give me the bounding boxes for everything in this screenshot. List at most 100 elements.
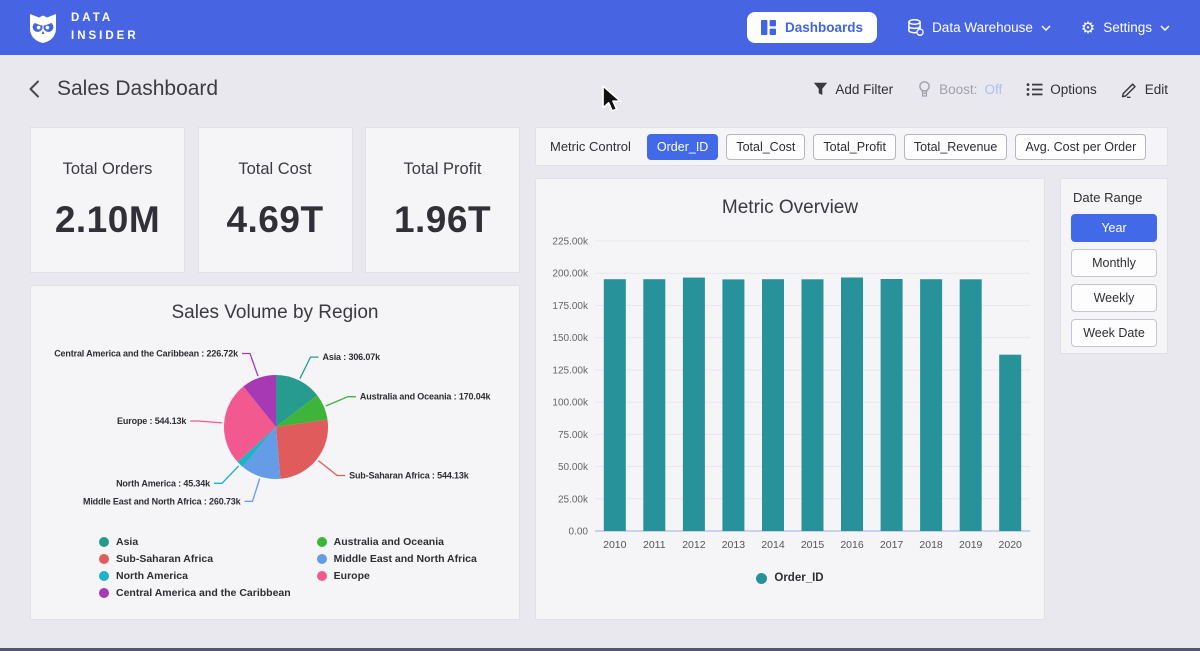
bar-2011[interactable] <box>643 279 665 531</box>
pie-chart-card: Sales Volume by Region Asia : 306.07kAus… <box>30 285 520 620</box>
chevron-down-icon <box>1041 25 1051 31</box>
boost-balloon-icon <box>917 81 932 97</box>
pie-slice-sub-saharan-africa[interactable] <box>276 420 328 479</box>
pie-callout-europe: Europe : 544.13k <box>117 416 187 426</box>
bar-2017[interactable] <box>881 279 903 531</box>
pie-callout-line <box>300 357 319 379</box>
y-tick-label: 125.00k <box>552 365 589 376</box>
x-category-label: 2020 <box>999 539 1023 551</box>
pie-callout-line <box>326 397 356 406</box>
x-category-label: 2019 <box>959 539 983 551</box>
y-tick-label: 75.00k <box>558 430 589 441</box>
y-tick-label: 0.00 <box>569 527 589 538</box>
bar-2018[interactable] <box>920 279 942 531</box>
owl-logo-icon <box>26 12 60 44</box>
legend-label: Central America and the Caribbean <box>116 587 291 599</box>
pie-legend: Asia Sub-Saharan Africa North America Centr… <box>99 536 519 599</box>
x-category-label: 2015 <box>801 539 825 551</box>
bar-2019[interactable] <box>960 279 982 531</box>
add-filter-button[interactable]: Add Filter <box>813 82 893 97</box>
metric-chip-total-profit[interactable]: Total_Profit <box>813 134 896 160</box>
filter-funnel-icon <box>813 82 828 96</box>
boost-toggle[interactable]: Boost: Off <box>917 81 1002 97</box>
kpi-card-total-profit: Total Profit1.96T <box>365 127 520 273</box>
pie-callout-line <box>190 421 222 423</box>
pie-legend-item-central-america-and-the-caribbean[interactable]: Central America and the Caribbean <box>99 587 291 599</box>
date-range-year[interactable]: Year <box>1071 214 1157 242</box>
metric-chip-avg-cost-per-order[interactable]: Avg. Cost per Order <box>1015 134 1146 160</box>
nav-dashboards-button[interactable]: Dashboards <box>747 12 877 43</box>
legend-dot-icon <box>317 571 327 581</box>
bar-2015[interactable] <box>802 279 824 531</box>
brand-logo[interactable]: DATA INSIDER <box>26 10 139 45</box>
pie-callout-line <box>214 466 239 483</box>
bar-legend-item-order-id[interactable]: Order_ID <box>756 572 823 584</box>
bar-2010[interactable] <box>604 279 626 531</box>
bar-2014[interactable] <box>762 279 784 531</box>
legend-label: North America <box>116 570 188 582</box>
pie-callout-line <box>245 479 260 502</box>
bar-2016[interactable] <box>841 278 863 532</box>
back-button[interactable] <box>28 80 41 98</box>
metric-control-label: Metric Control <box>550 139 631 154</box>
kpi-card-total-cost: Total Cost 4.69T <box>198 127 353 273</box>
kpi-label: Total Cost <box>238 160 311 179</box>
x-category-label: 2013 <box>722 539 746 551</box>
kpi-row: Total Orders 2.10M Total Cost 4.69T Total Pr… <box>30 127 520 273</box>
legend-dot-icon <box>99 588 109 598</box>
legend-dot-icon <box>99 537 109 547</box>
date-range-weekly[interactable]: Weekly <box>1071 284 1157 312</box>
pie-chart: Asia : 306.07kAustralia and Oceania : 17… <box>31 328 521 536</box>
nav-settings[interactable]: ⚙ Settings <box>1081 20 1170 36</box>
kpi-label: Total Orders <box>63 160 153 179</box>
pie-legend-item-sub-saharan-africa[interactable]: Sub-Saharan Africa <box>99 553 291 565</box>
kpi-value: 4.69T <box>226 199 323 241</box>
metric-chip-order-id[interactable]: Order_ID <box>647 134 718 160</box>
pie-callout-line <box>242 354 258 377</box>
options-button[interactable]: Options <box>1026 82 1097 97</box>
x-category-label: 2010 <box>603 539 627 551</box>
metric-control-bar: Metric Control Order_ID Total_Cost Total_P… <box>535 127 1168 166</box>
y-tick-label: 200.00k <box>552 269 589 280</box>
y-tick-label: 175.00k <box>552 301 589 312</box>
y-tick-label: 100.00k <box>552 398 589 409</box>
legend-dot-icon <box>99 554 109 564</box>
pie-legend-item-middle-east-and-north-africa[interactable]: Middle East and North Africa <box>317 553 477 565</box>
metric-chip-total-revenue[interactable]: Total_Revenue <box>904 134 1007 160</box>
legend-label: Asia <box>116 536 138 548</box>
gear-icon: ⚙ <box>1081 20 1095 36</box>
options-list-icon <box>1026 82 1043 97</box>
nav-dashboards-label: Dashboards <box>785 20 863 35</box>
legend-dot-icon <box>317 537 327 547</box>
pie-legend-item-australia-and-oceania[interactable]: Australia and Oceania <box>317 536 477 548</box>
pie-callout-asia: Asia : 306.07k <box>323 352 382 362</box>
x-category-label: 2011 <box>643 539 666 551</box>
y-tick-label: 50.00k <box>558 462 589 473</box>
pie-legend-item-europe[interactable]: Europe <box>317 570 477 582</box>
kpi-value: 1.96T <box>394 199 491 241</box>
date-range-label: Date Range <box>1073 190 1157 205</box>
pie-legend-item-asia[interactable]: Asia <box>99 536 291 548</box>
metric-control-options: Order_ID Total_Cost Total_Profit Total_Reve… <box>647 134 1146 160</box>
pie-callout-line <box>318 461 345 476</box>
bar-2012[interactable] <box>683 278 705 531</box>
mouse-cursor <box>600 84 624 114</box>
edit-button[interactable]: Edit <box>1121 81 1168 98</box>
bar-2020[interactable] <box>999 355 1021 531</box>
nav-settings-label: Settings <box>1103 20 1152 35</box>
pie-callout-sub-saharan-africa: Sub-Saharan Africa : 544.13k <box>349 471 470 481</box>
kpi-value: 2.10M <box>55 199 160 241</box>
legend-label: Order_ID <box>774 572 823 584</box>
legend-dot-icon <box>756 573 767 584</box>
nav-data-warehouse[interactable]: Data Warehouse <box>907 19 1051 36</box>
bar-legend: Order_ID <box>536 572 1044 584</box>
date-range-week-date[interactable]: Week Date <box>1071 319 1157 347</box>
pie-legend-item-north-america[interactable]: North America <box>99 570 291 582</box>
bar-chart-title: Metric Overview <box>536 197 1044 219</box>
bar-2013[interactable] <box>722 279 744 531</box>
metric-chip-total-cost[interactable]: Total_Cost <box>726 134 805 160</box>
date-range-monthly[interactable]: Monthly <box>1071 249 1157 277</box>
pie-callout-central-america-and-the-caribbean: Central America and the Caribbean : 226.… <box>54 349 239 359</box>
brand-name: DATA INSIDER <box>71 10 139 45</box>
legend-label: Australia and Oceania <box>334 536 444 548</box>
